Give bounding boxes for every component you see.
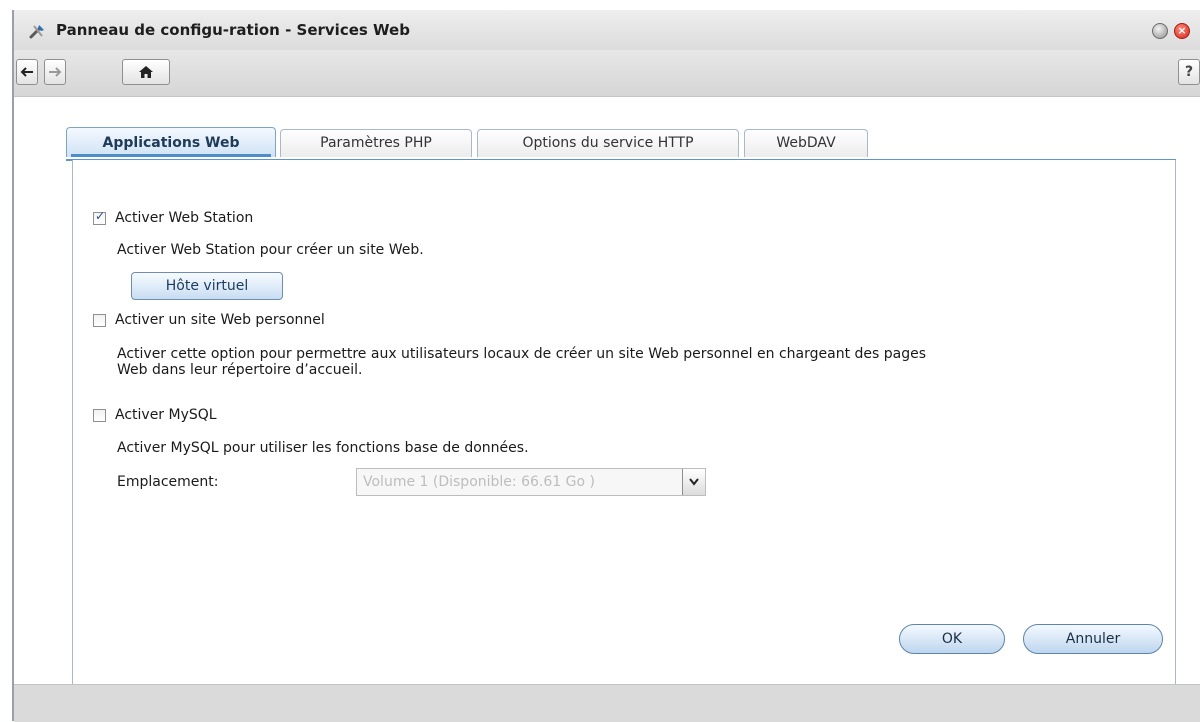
location-select-value: Volume 1 (Disponible: 66.61 Go ) (363, 474, 595, 490)
mysql-label: Activer MySQL (115, 407, 217, 423)
dropdown-button[interactable] (682, 469, 705, 495)
personal-site-description-line2: Web dans leur répertoire d’accueil. (117, 362, 363, 378)
personal-site-row[interactable]: Activer un site Web personnel (93, 312, 325, 328)
ok-button[interactable]: OK (899, 624, 1005, 654)
home-button[interactable] (122, 59, 170, 85)
tab-parametres-php[interactable]: Paramètres PHP (280, 129, 472, 157)
toolbar: ? (14, 50, 1200, 97)
forward-button[interactable] (44, 59, 66, 85)
personal-site-label: Activer un site Web personnel (115, 312, 325, 328)
tools-icon (29, 25, 44, 39)
forward-arrow-icon (49, 67, 62, 77)
personal-site-description-line1: Activer cette option pour permettre aux … (117, 346, 927, 362)
close-button[interactable]: × (1174, 23, 1190, 39)
web-station-row[interactable]: Activer Web Station (93, 209, 254, 226)
tab-applications-web[interactable]: Applications Web (66, 127, 276, 157)
close-icon: × (1177, 24, 1187, 37)
web-station-label: Activer Web Station (115, 210, 254, 226)
location-select[interactable]: Volume 1 (Disponible: 66.61 Go ) (356, 468, 706, 496)
status-bar (14, 684, 1200, 722)
control-panel-window: Panneau de configu-ration - Services Web… (12, 10, 1200, 722)
tab-options-http[interactable]: Options du service HTTP (477, 129, 739, 157)
mysql-checkbox[interactable] (93, 408, 106, 422)
tab-webdav[interactable]: WebDAV (744, 129, 868, 157)
mysql-description: Activer MySQL pour utiliser les fonction… (117, 440, 529, 456)
title-bar[interactable]: Panneau de configu-ration - Services Web… (14, 10, 1200, 50)
minimize-button[interactable] (1152, 23, 1168, 39)
location-label: Emplacement: (117, 474, 219, 490)
web-station-description: Activer Web Station pour créer un site W… (117, 242, 424, 258)
home-icon (139, 66, 153, 78)
window-title: Panneau de configu-ration - Services Web (56, 21, 410, 39)
back-arrow-icon (20, 67, 33, 77)
web-station-checkbox[interactable] (93, 209, 106, 225)
personal-site-checkbox[interactable] (93, 313, 106, 327)
virtual-host-button[interactable]: Hôte virtuel (131, 272, 283, 300)
tab-panel: Activer Web Station Activer Web Station … (72, 160, 1176, 700)
help-button[interactable]: ? (1178, 59, 1200, 85)
back-button[interactable] (16, 59, 38, 85)
chevron-down-icon (689, 478, 699, 486)
mysql-row[interactable]: Activer MySQL (93, 407, 217, 423)
cancel-button[interactable]: Annuler (1023, 624, 1163, 654)
